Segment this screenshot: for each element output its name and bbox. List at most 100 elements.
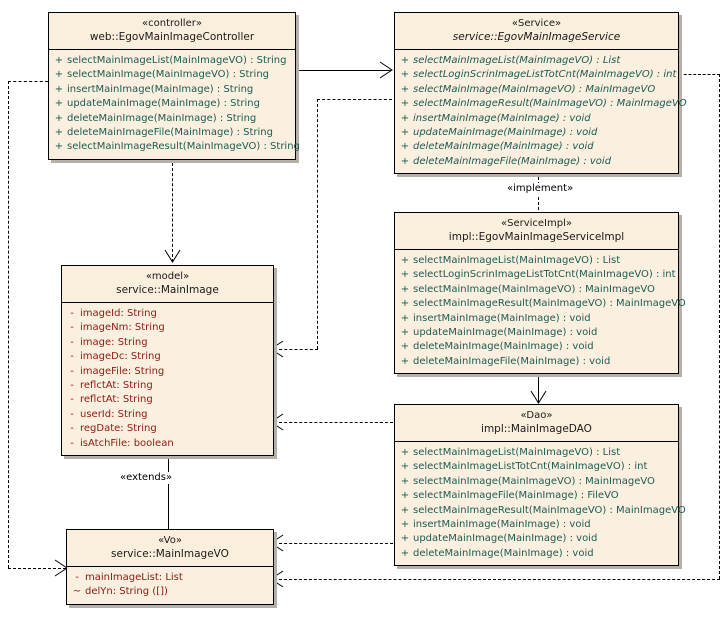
member-signature: selectMainImageResult(MainImageVO) : Mai… [413,298,686,310]
class-member: + selectMainImage(MainImageVO) : MainIma… [397,83,676,97]
visibility-marker: + [400,475,410,487]
class-stereotype: «Vo» [158,535,182,546]
class-members-service: + selectMainImageList(MainImageVO) : Lis… [395,50,687,174]
edge-controller-left-stub [8,81,48,82]
class-box-controller[interactable]: «controller» web::EgovMainImageControlle… [48,12,300,160]
class-header-service-impl: «ServiceImpl» impl::EgovMainImageService… [395,213,678,250]
visibility-marker: + [400,55,410,66]
class-member: - isAtchFile: boolean [64,437,271,451]
member-signature: imageFile: String [80,365,165,377]
arrowhead-controller-to-service [379,61,393,79]
class-members-service-impl: + selectMainImageList(MainImageVO) : Lis… [395,250,686,374]
edge-vo-extends-model [168,458,169,530]
visibility-marker: + [400,490,410,502]
class-member: + selectMainImageResult(MainImageVO) : M… [397,504,686,518]
edge-controller-to-model [172,158,173,262]
class-member: + selectMainImageResult(MainImageVO) : M… [397,97,687,111]
visibility-marker: + [54,83,64,95]
member-signature: selectMainImage(MainImageVO) : MainImage… [413,475,655,487]
class-member: + selectMainImageList(MainImageVO) : Lis… [397,54,676,68]
visibility-marker: - [70,351,74,363]
visibility-marker: - [70,408,74,420]
arrowhead-controller-to-model [164,249,181,263]
class-box-dao[interactable]: «Dao» impl::MainImageDAO + selectMainIma… [394,404,686,567]
visibility-marker: - [70,336,74,348]
class-member: - reflctAt: String [64,393,271,407]
class-member: + insertMainImage(MainImage) : void [397,312,676,326]
visibility-marker: + [400,327,410,339]
edge-service-left-stub [317,99,392,100]
class-box-service[interactable]: «Service» service::EgovMainImageService … [394,12,687,175]
visibility-marker: - [70,437,74,449]
member-signature: insertMainImage(MainImage) : void [413,112,591,124]
visibility-marker: - [70,423,74,435]
member-signature: deleteMainImage(MainImage) : String [67,112,257,124]
uml-class-diagram: «implement» «extends» «controller» web::… [0,0,728,624]
visibility-marker: + [54,55,64,66]
visibility-marker: + [400,83,410,95]
class-members-model: - imageId: String - imageNm: String - im… [62,303,273,456]
visibility-marker: + [400,127,410,139]
class-name: service::EgovMainImageService [452,31,621,43]
edge-controller-to-service [295,70,391,71]
edge-controller-left-vertical [8,81,9,568]
visibility-marker: - [70,322,74,334]
member-signature: regDate: String [80,423,157,435]
class-member: - imageFile: String [64,365,271,379]
visibility-marker: + [400,504,410,516]
class-name: impl::MainImageDAO [481,423,592,435]
member-signature: insertMainImage(MainImage) : void [413,312,591,324]
member-signature: imageNm: String [80,322,165,334]
member-signature: delYn: String ([]) [85,586,168,598]
visibility-marker: + [54,98,64,110]
member-signature: updateMainImage(MainImage) : void [413,127,598,139]
class-box-service-impl[interactable]: «ServiceImpl» impl::EgovMainImageService… [394,212,686,375]
class-stereotype: «Service» [511,18,562,29]
class-stereotype: «Dao» [520,410,553,421]
member-signature: updateMainImage(MainImage) : void [413,327,598,339]
visibility-marker: + [400,141,410,153]
class-member: + insertMainImage(MainImage) : void [397,518,676,532]
member-signature: deleteMainImageFile(MainImage) : String [67,127,273,139]
class-member: - imageNm: String [64,321,271,335]
visibility-marker: + [400,341,410,353]
visibility-marker: + [400,461,410,473]
class-member: + selectMainImage(MainImageVO) : MainIma… [397,283,676,297]
visibility-marker: + [400,283,410,295]
member-signature: image: String [80,336,148,348]
class-member: + updateMainImage(MainImage) : String [51,97,293,111]
member-signature: insertMainImage(MainImage) : void [413,519,591,531]
class-box-model[interactable]: «model» service::MainImage - imageId: St… [61,265,274,457]
member-signature: userId: String [80,408,148,420]
member-signature: imageId: String [80,308,157,319]
class-member: + deleteMainImage(MainImage) : String [51,112,293,126]
class-member: + selectLoginScrinImageListTotCnt(MainIm… [397,268,676,282]
class-member: + updateMainImage(MainImage) : void [397,326,676,340]
class-members-vo: - mainImageList: List ~ delYn: String ([… [67,567,273,604]
class-member: + insertMainImage(MainImage) : String [51,83,293,97]
class-name: service::MainImageVO [111,548,229,560]
class-box-vo[interactable]: «Vo» service::MainImageVO - mainImageLis… [66,529,274,605]
visibility-marker: + [400,298,410,310]
class-member: + deleteMainImageFile(MainImage) : void [397,155,676,169]
member-signature: deleteMainImage(MainImage) : void [413,141,594,153]
member-signature: selectMainImageResult(MainImageVO) : Mai… [413,98,687,110]
member-signature: isAtchFile: boolean [80,437,174,449]
class-member: + selectMainImageResult(MainImageVO) : M… [397,297,686,311]
edge-service-right-vertical [719,74,720,579]
member-signature: reflctAt: String [80,394,153,406]
member-signature: insertMainImage(MainImage) : String [67,83,254,95]
visibility-marker: + [400,533,410,545]
edge-service-right-stub [679,74,720,75]
class-member: + deleteMainImageFile(MainImage) : Strin… [51,126,293,140]
class-member: - imageId: String [64,307,271,321]
class-member: + deleteMainImage(MainImage) : void [397,340,676,354]
member-signature: updateMainImage(MainImage) : String [67,98,260,110]
visibility-marker: + [400,269,410,281]
class-member: - imageDc: String [64,350,271,364]
class-member: + selectMainImageList(MainImageVO) : Lis… [397,254,676,268]
class-member: + selectLoginScrinImageListTotCnt(MainIm… [397,68,677,82]
class-header-dao: «Dao» impl::MainImageDAO [395,405,678,442]
edge-dao-to-model [274,422,393,423]
visibility-marker: + [400,98,410,110]
